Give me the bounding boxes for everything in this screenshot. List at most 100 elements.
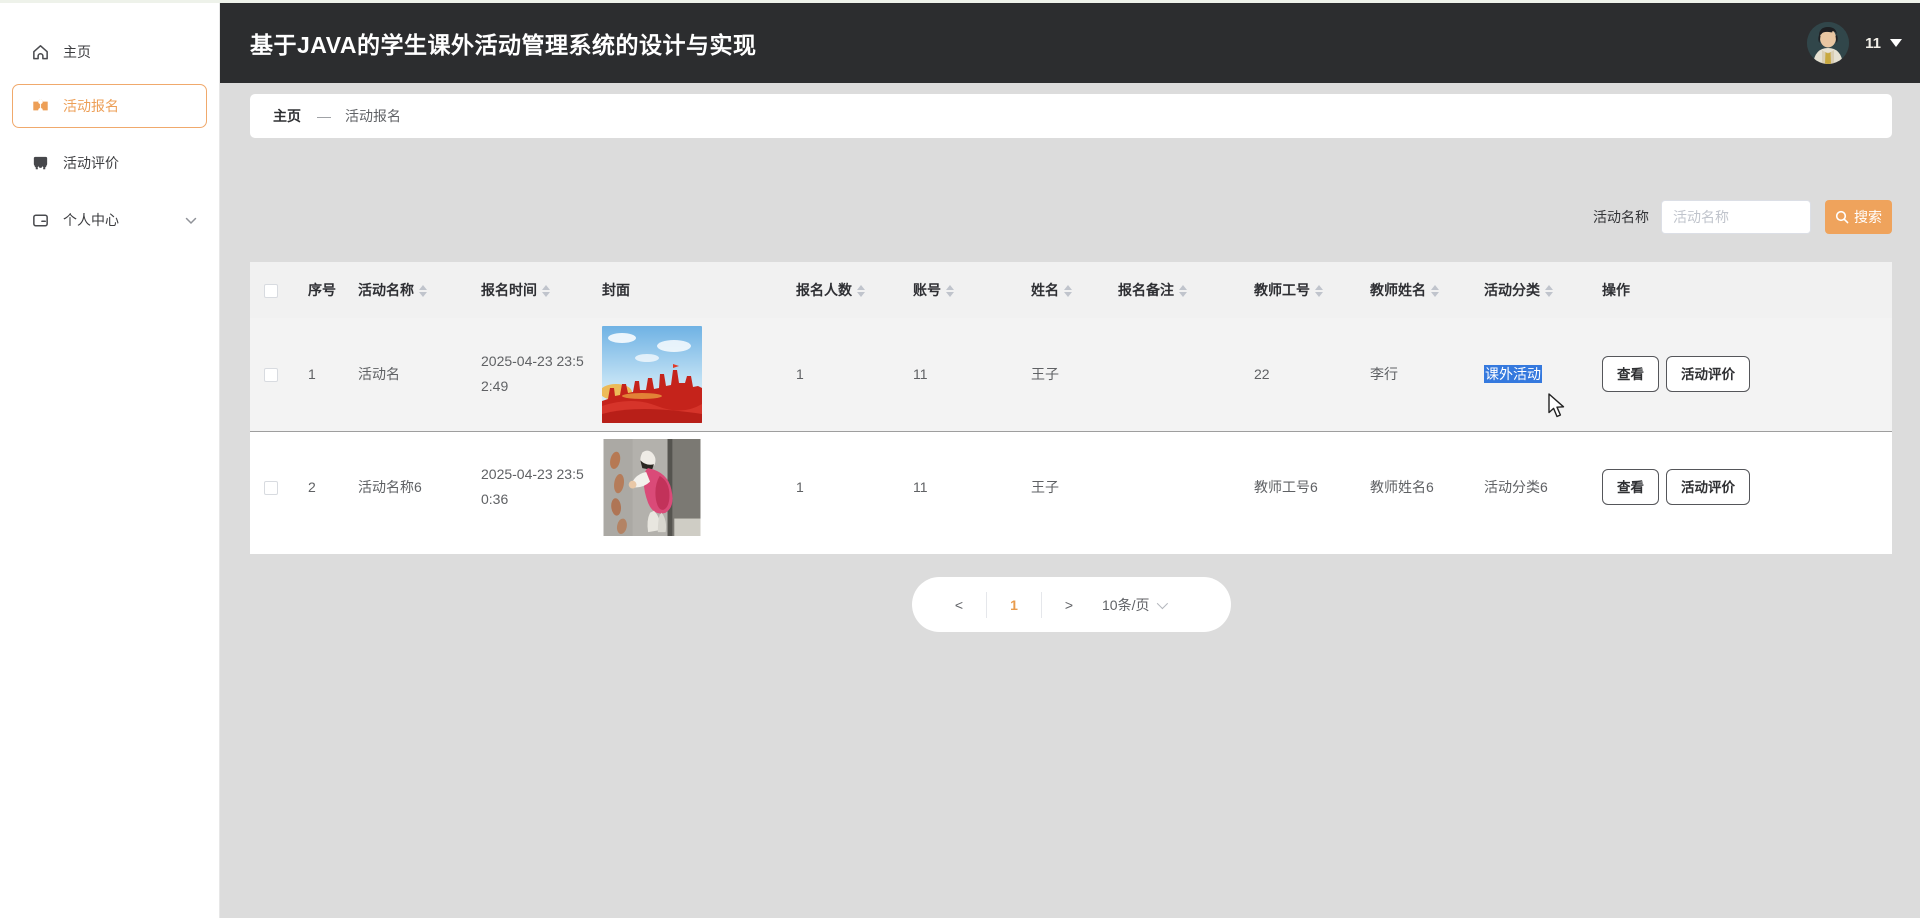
sort-icon	[542, 285, 550, 298]
chevron-down-icon	[1157, 597, 1169, 609]
col-actions: 操作	[1594, 262, 1892, 318]
activity-signup-table: 序号 活动名称 报名时间 封面 报名人数 账号 姓名 报名备注 教师工号 教师姓…	[250, 262, 1892, 554]
view-button[interactable]: 查看	[1602, 469, 1659, 506]
search-button-label: 搜索	[1854, 209, 1882, 225]
header-select-all	[250, 262, 300, 318]
table-header-row: 序号 活动名称 报名时间 封面 报名人数 账号 姓名 报名备注 教师工号 教师姓…	[250, 262, 1892, 318]
breadcrumb: 主页 — 活动报名	[250, 94, 1892, 138]
sidebar-item-personal-center[interactable]: 个人中心	[0, 201, 220, 239]
sidebar-item-label: 活动报名	[63, 98, 119, 114]
home-icon	[31, 43, 50, 62]
cell-account: 11	[905, 318, 1023, 432]
cell-category: 活动分类6	[1476, 431, 1594, 543]
col-account[interactable]: 账号	[905, 262, 1023, 318]
cell-index: 1	[300, 318, 350, 432]
cover-image-city-poster[interactable]	[602, 325, 702, 423]
search-field-label: 活动名称	[1593, 209, 1649, 225]
sort-icon	[419, 285, 427, 298]
col-signup-count[interactable]: 报名人数	[788, 262, 905, 318]
cell-name: 王子	[1023, 318, 1110, 432]
sidebar-item-activity-evaluation[interactable]: 活动评价	[0, 144, 220, 182]
search-row: 活动名称 搜索	[1593, 198, 1892, 236]
sidebar-item-label: 活动评价	[63, 155, 119, 171]
col-name[interactable]: 姓名	[1023, 262, 1110, 318]
prev-page-button[interactable]: <	[949, 597, 969, 613]
col-index: 序号	[300, 262, 350, 318]
sort-icon	[1545, 285, 1553, 298]
cell-signup-time: 2025-04-23 23:52:49	[473, 318, 594, 432]
search-icon	[1835, 210, 1849, 224]
col-category[interactable]: 活动分类	[1476, 262, 1594, 318]
col-activity-name[interactable]: 活动名称	[350, 262, 473, 318]
table-row: 2 活动名称6 2025-04-23 23:50:36 1 11 王子 教师工号…	[250, 431, 1892, 543]
breadcrumb-home[interactable]: 主页	[273, 106, 301, 126]
col-teacher-name[interactable]: 教师姓名	[1362, 262, 1476, 318]
search-input[interactable]	[1661, 200, 1811, 234]
cover-image-volunteer-photo[interactable]	[602, 438, 702, 536]
cell-teacher-name: 李行	[1362, 318, 1476, 432]
pagination-divider	[986, 591, 987, 618]
app-bar: 基于JAVA的学生课外活动管理系统的设计与实现 11	[220, 3, 1920, 83]
cell-teacher-id: 22	[1246, 318, 1362, 432]
cell-teacher-id: 教师工号6	[1246, 431, 1362, 543]
page: 主页 活动报名 活动评价 个人中心 基于JAVA的学生课外活动管理系统的设计与实…	[0, 0, 1920, 918]
cell-category: 课外活动	[1476, 318, 1594, 432]
cell-signup-time: 2025-04-23 23:50:36	[473, 431, 594, 543]
user-name: 11	[1865, 34, 1881, 52]
page-title: 基于JAVA的学生课外活动管理系统的设计与实现	[250, 32, 757, 58]
sort-icon	[857, 285, 865, 298]
col-signup-time[interactable]: 报名时间	[473, 262, 594, 318]
top-strip	[0, 0, 1920, 3]
sort-icon	[946, 285, 954, 298]
cell-signup-count: 1	[788, 318, 905, 432]
page-number-1[interactable]: 1	[1004, 597, 1024, 613]
col-remark[interactable]: 报名备注	[1110, 262, 1246, 318]
breadcrumb-current: 活动报名	[345, 108, 401, 124]
ticket-icon	[31, 97, 50, 116]
user-menu[interactable]: 11	[1807, 3, 1902, 83]
view-button[interactable]: 查看	[1602, 356, 1659, 393]
sort-icon	[1179, 285, 1187, 298]
cell-activity-name: 活动名称6	[350, 431, 473, 543]
cell-cover	[594, 431, 788, 543]
pagination: < 1 > 10条/页	[912, 577, 1231, 632]
cell-activity-name: 活动名	[350, 318, 473, 432]
sidebar-item-label: 主页	[63, 44, 91, 60]
card-icon	[31, 211, 50, 230]
select-all-checkbox[interactable]	[264, 284, 278, 299]
row-checkbox[interactable]	[264, 368, 278, 383]
chevron-down-icon	[185, 212, 197, 228]
cell-actions: 查看 活动评价	[1594, 318, 1892, 432]
sidebar-item-label: 个人中心	[63, 212, 119, 228]
pagination-divider	[1041, 591, 1042, 618]
user-dropdown-caret-icon	[1890, 39, 1902, 47]
avatar[interactable]	[1807, 22, 1850, 64]
sidebar-item-home[interactable]: 主页	[0, 33, 220, 71]
evaluate-button[interactable]: 活动评价	[1666, 356, 1750, 393]
page-size-label: 10条/页	[1102, 596, 1150, 613]
sidebar-item-activity-signup[interactable]: 活动报名	[12, 84, 207, 128]
search-button[interactable]: 搜索	[1825, 200, 1892, 234]
row-checkbox[interactable]	[264, 481, 278, 496]
page-size-select[interactable]: 10条/页	[1102, 595, 1169, 615]
cell-index: 2	[300, 431, 350, 543]
cell-teacher-name: 教师姓名6	[1362, 431, 1476, 543]
col-cover: 封面	[594, 262, 788, 318]
cell-signup-count: 1	[788, 431, 905, 543]
sidebar: 主页 活动报名 活动评价 个人中心	[0, 3, 220, 918]
col-teacher-id[interactable]: 教师工号	[1246, 262, 1362, 318]
selected-text: 课外活动	[1484, 365, 1542, 384]
cell-account: 11	[905, 431, 1023, 543]
shop-icon	[31, 154, 50, 173]
table-row: 1 活动名 2025-04-23 23:52:49 1 11 王子 22 李行 …	[250, 318, 1892, 432]
cell-actions: 查看 活动评价	[1594, 431, 1892, 543]
sort-icon	[1315, 285, 1323, 298]
sort-icon	[1064, 285, 1072, 298]
cell-remark	[1110, 431, 1246, 543]
cell-name: 王子	[1023, 431, 1110, 543]
cell-remark	[1110, 318, 1246, 432]
sort-icon	[1431, 285, 1439, 298]
evaluate-button[interactable]: 活动评价	[1666, 469, 1750, 506]
next-page-button[interactable]: >	[1059, 597, 1079, 613]
cell-cover	[594, 318, 788, 432]
